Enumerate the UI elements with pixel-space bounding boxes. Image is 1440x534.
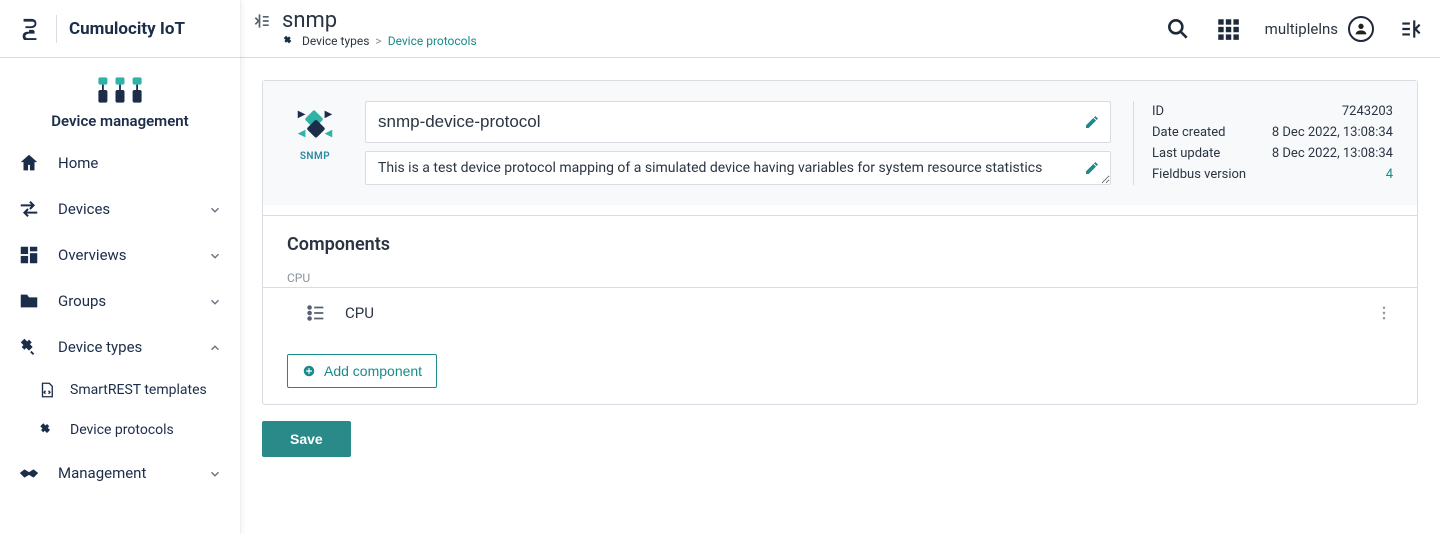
- chevron-down-icon: [208, 466, 222, 480]
- component-row[interactable]: CPU: [263, 287, 1417, 338]
- protocol-form: [365, 101, 1111, 185]
- save-button[interactable]: Save: [262, 421, 351, 457]
- context-title: Device management: [51, 112, 188, 130]
- protocol-name-field: [365, 101, 1111, 143]
- handshake-icon: [18, 462, 40, 484]
- chevron-down-icon: [208, 294, 222, 308]
- home-icon: [18, 152, 40, 174]
- brand-logo-icon: [16, 15, 44, 43]
- page-title: snmp: [282, 10, 337, 32]
- protocol-type-label: SNMP: [300, 151, 330, 162]
- protocol-name-input[interactable]: [366, 102, 1110, 142]
- meta-fieldbus-value: 4: [1386, 167, 1393, 182]
- protocol-description-field: [365, 151, 1111, 185]
- avatar-icon: [1348, 16, 1374, 42]
- nav-label: Management: [58, 464, 208, 482]
- nav-devices[interactable]: Devices: [0, 186, 240, 232]
- component-group-label: CPU: [263, 259, 1417, 287]
- brand-name: Cumulocity IoT: [69, 19, 185, 39]
- nav-device-types[interactable]: Device types: [0, 324, 240, 370]
- plug-icon: [18, 336, 40, 358]
- snmp-protocol-icon: [292, 101, 338, 147]
- nav: Home Devices Overviews Groups Device typ…: [0, 140, 240, 496]
- nav-device-protocols[interactable]: Device protocols: [0, 410, 240, 450]
- topbar: snmp Device types > Device protocols mul…: [240, 0, 1440, 58]
- add-component-button[interactable]: Add component: [287, 354, 437, 388]
- add-component-row: Add component: [263, 338, 1417, 404]
- brand-divider: [56, 15, 57, 43]
- nav-label: Home: [58, 154, 222, 172]
- collapse-sidebar-button[interactable]: [252, 11, 272, 31]
- main: snmp Device types > Device protocols mul…: [240, 0, 1440, 534]
- breadcrumb-root: Device types: [302, 34, 369, 48]
- kebab-menu-icon[interactable]: [1375, 304, 1393, 322]
- meta-fieldbus-label: Fieldbus version: [1152, 167, 1246, 182]
- search-button[interactable]: [1165, 16, 1191, 42]
- nav-overviews[interactable]: Overviews: [0, 232, 240, 278]
- edit-icon[interactable]: [1084, 160, 1100, 176]
- protocol-meta: ID 7243203 Date created 8 Dec 2022, 13:08:…: [1133, 101, 1393, 185]
- breadcrumb-leaf-link[interactable]: Device protocols: [388, 34, 477, 48]
- nav-smartrest-templates[interactable]: SmartREST templates: [0, 370, 240, 410]
- plus-circle-icon: [302, 364, 316, 378]
- plug-small-icon: [38, 421, 56, 439]
- arrows-icon: [18, 198, 40, 220]
- plug-icon: [282, 34, 296, 48]
- folder-icon: [18, 290, 40, 312]
- nav-home[interactable]: Home: [0, 140, 240, 186]
- topbar-right: multiplelns: [1165, 16, 1424, 42]
- chevron-down-icon: [208, 248, 222, 262]
- meta-id-label: ID: [1152, 104, 1164, 119]
- meta-updated-label: Last update: [1152, 146, 1220, 161]
- sidebar: Cumulocity IoT Device management Home: [0, 0, 240, 534]
- chevron-up-icon: [208, 340, 222, 354]
- file-code-icon: [38, 381, 56, 399]
- breadcrumb-separator: >: [375, 34, 381, 48]
- user-menu[interactable]: multiplelns: [1265, 16, 1374, 42]
- right-drawer-button[interactable]: [1398, 16, 1424, 42]
- nav-label: Device types: [58, 338, 208, 356]
- protocol-description-input[interactable]: [366, 152, 1110, 184]
- chevron-down-icon: [208, 202, 222, 216]
- topbar-left: snmp Device types > Device protocols: [252, 10, 477, 48]
- protocol-type-icon-col: SNMP: [287, 101, 343, 185]
- protocol-header: SNMP ID 7243203 Date created 8 Dec 2022, 1…: [263, 81, 1417, 205]
- edit-icon[interactable]: [1084, 114, 1100, 130]
- protocol-card: SNMP ID 7243203 Date created 8 Dec 2022, 1…: [262, 80, 1418, 405]
- nav-label: Overviews: [58, 246, 208, 264]
- dashboard-icon: [18, 244, 40, 266]
- breadcrumb: Device types > Device protocols: [282, 34, 477, 48]
- nav-label: Groups: [58, 292, 208, 310]
- list-icon: [305, 302, 327, 324]
- add-component-label: Add component: [324, 363, 422, 379]
- meta-id-value: 7243203: [1342, 104, 1393, 119]
- user-name: multiplelns: [1265, 20, 1338, 38]
- save-row: Save: [262, 421, 1418, 457]
- nav-label: Device protocols: [70, 422, 222, 438]
- context-block: Device management: [0, 58, 240, 140]
- content: SNMP ID 7243203 Date created 8 Dec 2022, 1…: [240, 58, 1440, 534]
- nav-label: Devices: [58, 200, 208, 218]
- apps-button[interactable]: [1215, 16, 1241, 42]
- components-title: Components: [263, 216, 1417, 259]
- meta-created-value: 8 Dec 2022, 13:08:34: [1272, 125, 1393, 140]
- nav-management[interactable]: Management: [0, 450, 240, 496]
- device-management-icon: [92, 72, 148, 108]
- brand-row: Cumulocity IoT: [0, 0, 240, 58]
- nav-groups[interactable]: Groups: [0, 278, 240, 324]
- meta-created-label: Date created: [1152, 125, 1226, 140]
- component-row-label: CPU: [345, 304, 374, 322]
- meta-updated-value: 8 Dec 2022, 13:08:34: [1272, 146, 1393, 161]
- nav-label: SmartREST templates: [70, 382, 222, 398]
